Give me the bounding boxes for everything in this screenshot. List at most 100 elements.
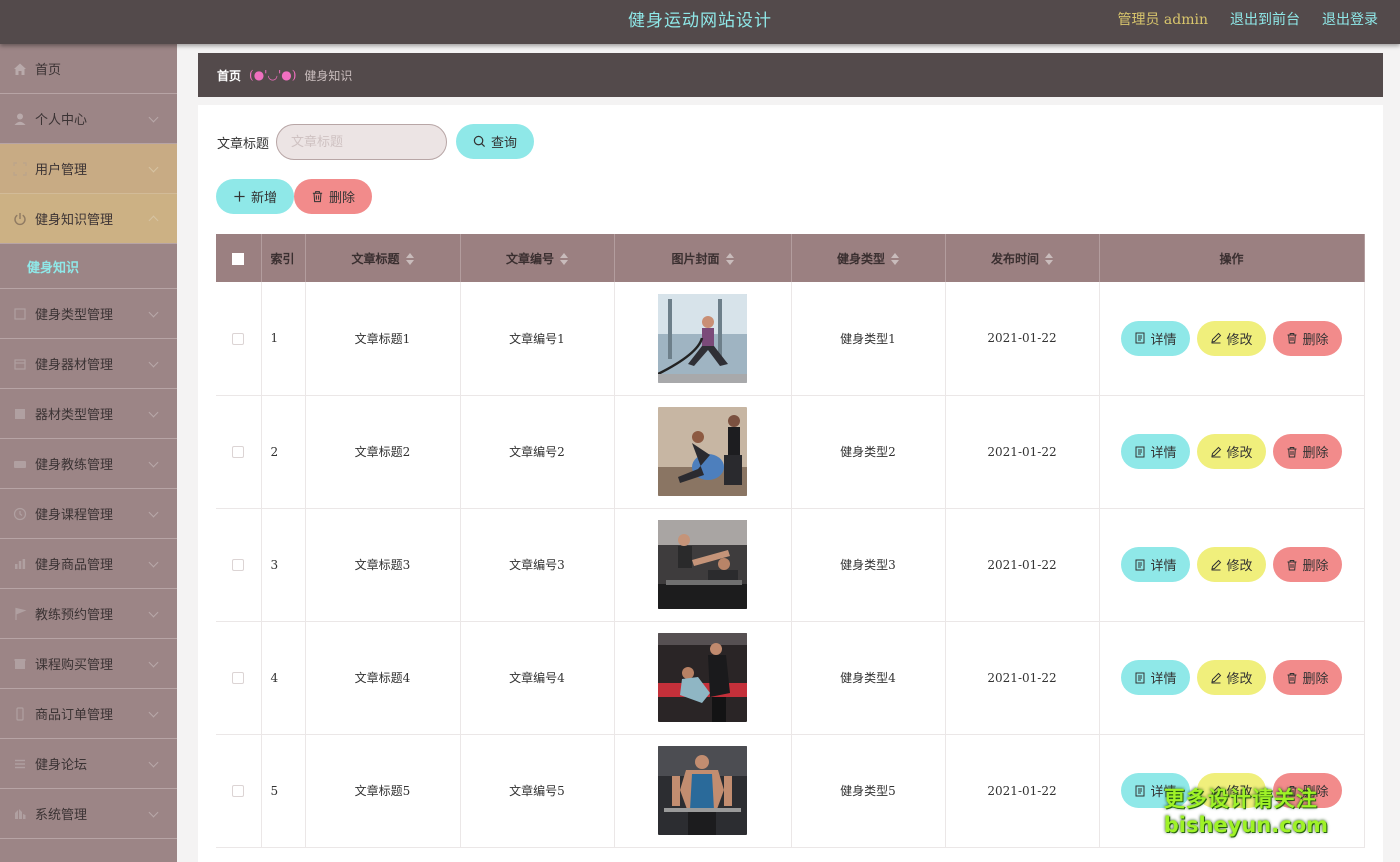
sort-icon[interactable] [560, 253, 568, 265]
batch-delete-button[interactable]: 删除 [294, 179, 372, 214]
cell-index: 4 [261, 621, 306, 735]
chevron-down-icon [148, 557, 159, 568]
sidebar-item-order-management[interactable]: 商品订单管理 [0, 689, 177, 739]
query-button[interactable]: 查询 [456, 124, 534, 159]
sidebar-item-label: 健身论坛 [35, 758, 88, 773]
cell-title: 文章标题3 [305, 508, 461, 622]
watermark-line1: 更多设计请关注 [1163, 787, 1318, 811]
trash-icon [312, 191, 323, 203]
sidebar-item-equipment-type-management[interactable]: 器材类型管理 [0, 389, 177, 439]
delete-button[interactable]: 删除 [1273, 320, 1342, 356]
list-icon [12, 756, 27, 771]
edit-button-label: 修改 [1226, 446, 1253, 461]
sidebar-item-product-management[interactable]: 健身商品管理 [0, 539, 177, 589]
search-title-input[interactable] [276, 124, 447, 160]
column-header-index: 索引 [261, 234, 306, 282]
sort-icon[interactable] [725, 253, 734, 265]
sidebar-subitem-fitness-knowledge[interactable]: 健身知识 [0, 244, 177, 289]
select-all-checkbox[interactable] [232, 252, 245, 265]
sidebar-item-label: 健身知识管理 [35, 213, 114, 228]
calendar-icon [12, 356, 27, 371]
cell-title: 文章标题5 [305, 734, 461, 848]
edit-button[interactable]: 修改 [1197, 434, 1266, 469]
column-header-cover[interactable]: 图片封面 [614, 234, 792, 282]
row-checkbox[interactable] [232, 559, 245, 571]
sidebar-item-forum[interactable]: 健身论坛 [0, 739, 177, 789]
row-select-cell[interactable] [216, 282, 262, 396]
sort-icon[interactable] [1045, 253, 1053, 265]
edit-button[interactable]: 修改 [1197, 547, 1266, 582]
cell-type: 健身类型2 [791, 395, 946, 509]
cell-code: 文章编号5 [460, 734, 615, 848]
batch-delete-button-label: 删除 [328, 191, 355, 206]
cell-cover [614, 734, 792, 848]
detail-button[interactable]: 详情 [1121, 434, 1190, 469]
detail-button[interactable]: 详情 [1121, 547, 1190, 582]
sidebar-item-label: 器材类型管理 [35, 408, 114, 423]
sidebar-item-fitness-knowledge-management[interactable]: 健身知识管理 [0, 194, 177, 244]
row-select-cell[interactable] [216, 508, 262, 622]
column-header-code[interactable]: 文章编号 [460, 234, 615, 282]
detail-button[interactable]: 详情 [1121, 660, 1190, 695]
sidebar-item-personal-center[interactable]: 个人中心 [0, 94, 177, 144]
breadcrumb: 首页 (●'◡'●) 健身知识 [198, 53, 1383, 97]
sidebar-item-label: 个人中心 [35, 113, 88, 128]
sidebar-item-coach-booking-management[interactable]: 教练预约管理 [0, 589, 177, 639]
user-icon [12, 111, 27, 126]
flag-icon [12, 606, 27, 621]
knowledge-table: 索引 文章标题 文章编号 图片封面 健身类型 发布时间 操作 1 文章标题1 文章编… [216, 234, 1365, 848]
phone-icon [12, 706, 27, 721]
detail-button-label: 详情 [1150, 332, 1177, 348]
row-checkbox[interactable] [232, 785, 245, 797]
admin-user-label: 管理员 admin [1117, 12, 1208, 28]
sidebar: 首页 个人中心 用户管理 健身知识管理 健身知识 健身类型管理 健身器材管理 器… [0, 44, 177, 862]
cell-date: 2021-01-22 [945, 282, 1100, 396]
column-header-title[interactable]: 文章标题 [305, 234, 461, 282]
delete-button[interactable]: 删除 [1273, 547, 1342, 582]
sidebar-item-system-management[interactable]: 系统管理 [0, 789, 177, 839]
edit-button[interactable]: 修改 [1197, 320, 1266, 356]
chevron-down-icon [148, 707, 159, 718]
row-checkbox[interactable] [232, 672, 245, 684]
sort-icon[interactable] [891, 253, 899, 265]
cell-actions: 详情 修改 删除 [1099, 282, 1365, 396]
column-header-type[interactable]: 健身类型 [791, 234, 946, 282]
cell-actions: 详情 修改 删除 [1099, 508, 1365, 622]
detail-button[interactable]: 详情 [1121, 320, 1190, 356]
delete-button[interactable]: 删除 [1273, 660, 1342, 695]
delete-button[interactable]: 删除 [1273, 434, 1342, 469]
sidebar-item-equipment-management[interactable]: 健身器材管理 [0, 339, 177, 389]
column-header-code-label: 文章编号 [505, 251, 554, 266]
cell-cover [614, 508, 792, 622]
logout-link[interactable]: 退出登录 [1322, 9, 1378, 29]
table-header-row: 索引 文章标题 文章编号 图片封面 健身类型 发布时间 操作 [216, 234, 1365, 282]
sidebar-item-user-management[interactable]: 用户管理 [0, 144, 177, 194]
cell-index: 5 [261, 734, 306, 848]
row-checkbox[interactable] [232, 332, 245, 345]
exit-to-frontend-link[interactable]: 退出到前台 [1230, 9, 1300, 29]
column-header-title-label: 文章标题 [351, 251, 400, 266]
add-button[interactable]: 新增 [216, 179, 294, 214]
row-select-cell[interactable] [216, 395, 262, 509]
edit-button[interactable]: 修改 [1197, 660, 1266, 695]
sidebar-item-home[interactable]: 首页 [0, 44, 177, 94]
select-all-cell[interactable] [216, 234, 262, 282]
sidebar-item-course-management[interactable]: 健身课程管理 [0, 489, 177, 539]
edit-button-label: 修改 [1226, 672, 1253, 687]
row-checkbox[interactable] [232, 446, 245, 458]
document-icon [1135, 446, 1145, 457]
cell-code: 文章编号3 [460, 508, 615, 622]
watermark-line2: bisheyun.com [1163, 813, 1328, 837]
breadcrumb-home[interactable]: 首页 [217, 67, 241, 84]
sidebar-item-fitness-type-management[interactable]: 健身类型管理 [0, 289, 177, 339]
sidebar-item-coach-management[interactable]: 健身教练管理 [0, 439, 177, 489]
row-select-cell[interactable] [216, 621, 262, 735]
sidebar-item-label: 健身课程管理 [35, 508, 114, 523]
sort-icon[interactable] [405, 253, 414, 265]
sidebar-item-course-purchase-management[interactable]: 课程购买管理 [0, 639, 177, 689]
sidebar-item-label: 健身器材管理 [35, 358, 114, 373]
sidebar-item-label: 健身类型管理 [35, 308, 114, 323]
column-header-date[interactable]: 发布时间 [945, 234, 1100, 282]
column-header-actions: 操作 [1099, 234, 1365, 282]
row-select-cell[interactable] [216, 734, 262, 848]
